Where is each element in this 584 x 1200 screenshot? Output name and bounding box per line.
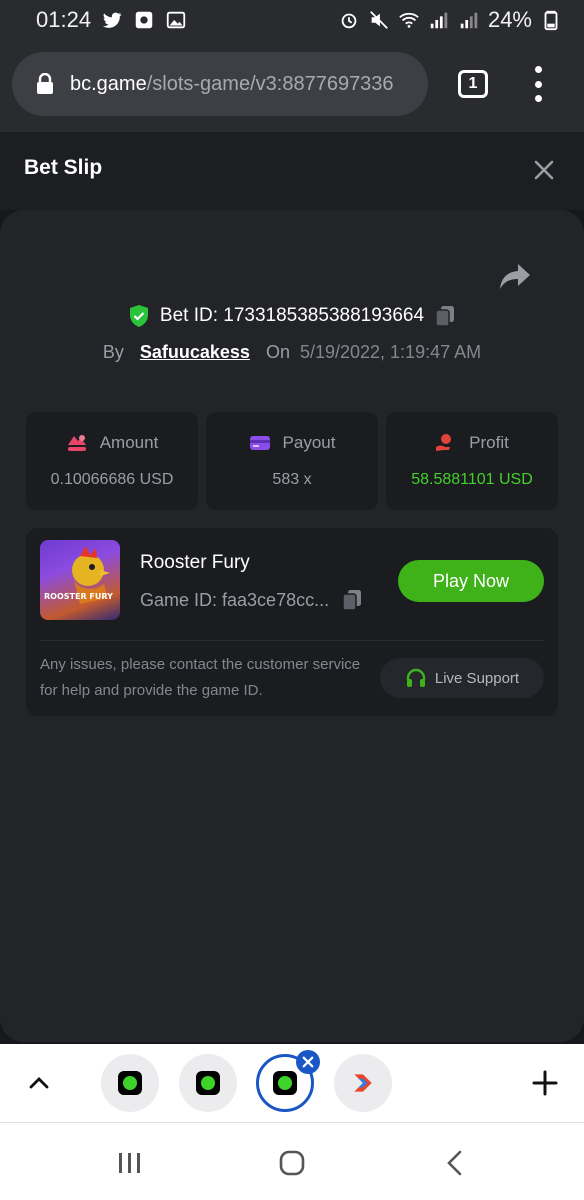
amount-stat: Amount 0.10066686 USD	[26, 412, 198, 510]
payout-value: 583 x	[272, 471, 312, 488]
play-now-button[interactable]: Play Now	[398, 560, 544, 602]
new-tab-icon[interactable]	[532, 1070, 558, 1096]
copy-icon[interactable]	[434, 304, 456, 328]
back-icon[interactable]	[442, 1149, 470, 1177]
url-path: /slots-game/v3:8877697336	[146, 72, 394, 95]
profit-value: 58.5881101 USD	[411, 471, 533, 488]
payout-stat: Payout 583 x	[206, 412, 378, 510]
bet-id: Bet ID: 1733185385388193664	[159, 305, 425, 326]
tab-bcgame-1[interactable]	[101, 1054, 159, 1112]
home-icon[interactable]	[278, 1149, 306, 1177]
profit-label: Profit	[469, 433, 509, 452]
close-icon[interactable]	[532, 158, 556, 182]
battery-icon	[540, 9, 562, 31]
tab-switcher-button[interactable]: 1	[458, 70, 488, 98]
by-label: By	[102, 342, 124, 362]
wifi-icon	[398, 9, 420, 31]
app-notification-icon	[133, 9, 155, 31]
game-name: Rooster Fury	[140, 552, 250, 573]
divider	[40, 640, 544, 641]
status-bar: 01:24 24%	[0, 0, 584, 40]
game-id: Game ID: faa3ce78cc...	[140, 589, 330, 610]
mute-icon	[368, 9, 390, 31]
on-label: On	[265, 342, 290, 362]
share-icon[interactable]	[498, 262, 532, 292]
tab-bcgame-2[interactable]	[179, 1054, 237, 1112]
game-id-row: Game ID: faa3ce78cc...	[140, 588, 363, 612]
game-thumbnail[interactable]: ROOSTER FURY	[40, 540, 120, 620]
game-thumbnail-title: ROOSTER FURY	[44, 592, 113, 601]
support-help-text: Any issues, please contact the customer …	[40, 656, 361, 699]
browser-toolbar: bc.game/slots-game/v3:8877697336 1	[0, 40, 584, 132]
site-logo-icon	[354, 1074, 372, 1092]
system-nav-bar	[0, 1122, 584, 1200]
browser-menu-button[interactable]	[528, 66, 548, 102]
verified-shield-icon	[129, 305, 148, 327]
signal-icon	[458, 9, 480, 31]
modal-title: Bet Slip	[24, 156, 103, 179]
lock-icon	[37, 73, 53, 94]
profit-stat: Profit 58.5881101 USD	[386, 412, 558, 510]
signal-icon	[428, 9, 450, 31]
status-time: 01:24	[36, 7, 92, 32]
username-link[interactable]: Safuucakess	[140, 342, 250, 363]
amount-label: Amount	[99, 433, 159, 452]
bet-stats: Amount 0.10066686 USD Payout 583 x Profi…	[26, 412, 558, 510]
game-card: ROOSTER FURY Rooster Fury Game ID: faa3c…	[26, 528, 558, 716]
headset-icon	[406, 668, 426, 687]
profit-icon	[436, 434, 452, 451]
recent-apps-icon[interactable]	[116, 1149, 144, 1177]
bet-date: 5/19/2022, 1:19:47 AM	[299, 342, 482, 362]
bet-meta-row: By Safuucakess On 5/19/2022, 1:19:47 AM	[0, 342, 584, 363]
gallery-icon	[165, 9, 187, 31]
amount-value: 0.10066686 USD	[50, 471, 174, 488]
twitter-icon	[101, 9, 123, 31]
live-support-label: Live Support	[434, 669, 520, 687]
browser-tab-strip	[0, 1044, 584, 1122]
bet-details-panel: Bet ID: 1733185385388193664 By Safuucake…	[0, 210, 584, 1042]
bcgame-logo-icon	[273, 1071, 297, 1095]
bet-id-row: Bet ID: 1733185385388193664	[0, 304, 584, 328]
battery-percent: 24%	[487, 7, 532, 32]
live-support-button[interactable]: Live Support	[380, 658, 544, 698]
url-host: bc.game	[70, 72, 147, 95]
payout-label: Payout	[282, 433, 336, 452]
payout-icon	[249, 436, 270, 450]
amount-icon	[67, 435, 86, 451]
alarm-icon	[338, 9, 360, 31]
bcgame-logo-icon	[118, 1071, 142, 1095]
close-tab-icon[interactable]	[296, 1050, 320, 1074]
bcgame-logo-icon	[196, 1071, 220, 1095]
tab-other-site[interactable]	[334, 1054, 392, 1112]
copy-icon[interactable]	[341, 588, 363, 612]
address-bar[interactable]: bc.game/slots-game/v3:8877697336	[12, 52, 428, 116]
modal-header: Bet Slip	[0, 132, 584, 210]
chevron-up-icon[interactable]	[28, 1072, 50, 1094]
